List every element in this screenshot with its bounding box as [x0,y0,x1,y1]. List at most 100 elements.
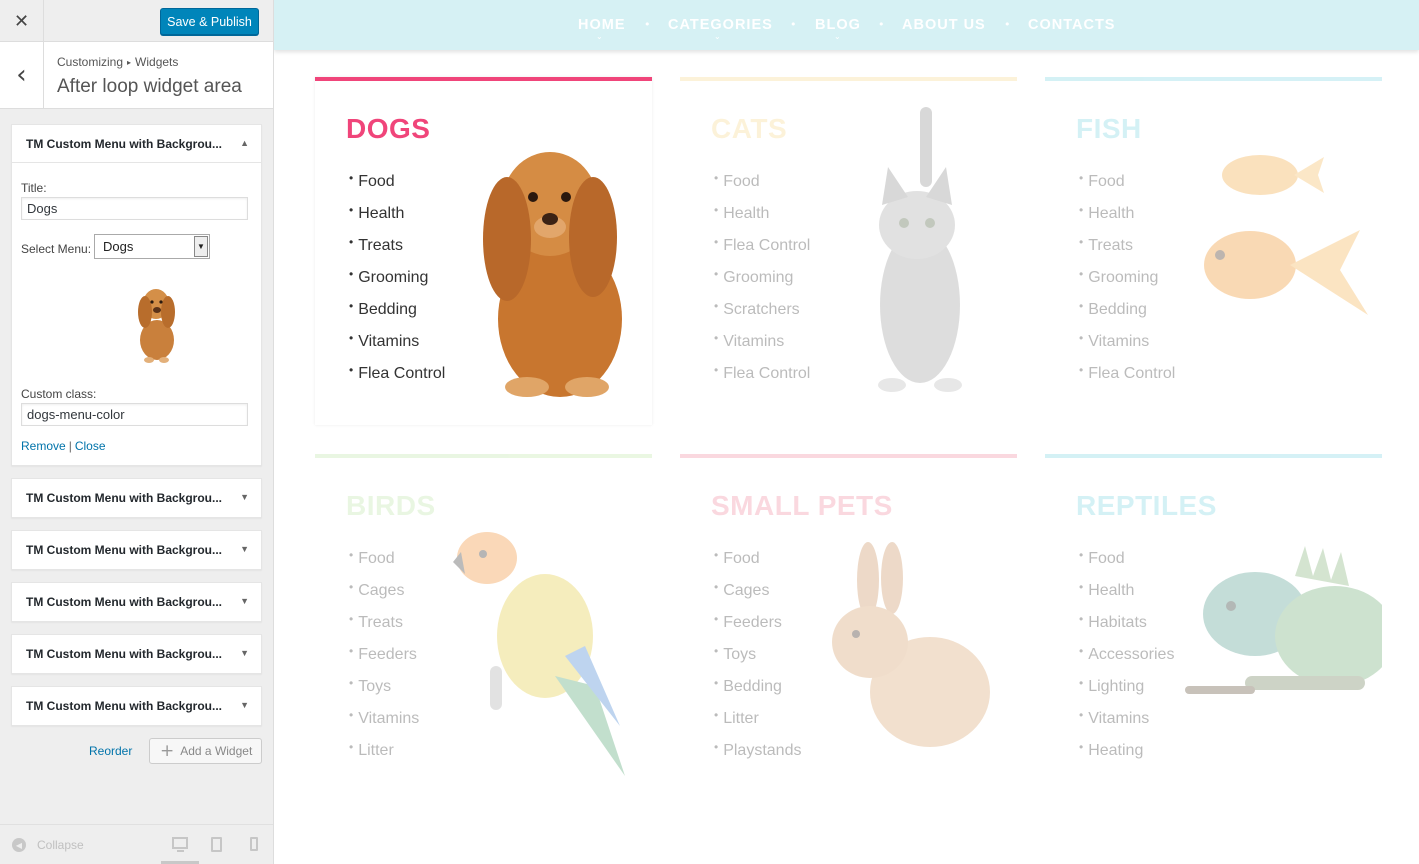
menu-item[interactable]: Lighting [1079,676,1174,708]
menu-item[interactable]: Toys [349,676,419,708]
collapse-button[interactable]: Collapse [37,838,84,852]
expand-arrow-icon[interactable]: ▼ [240,544,249,554]
menu-item[interactable]: Flea Control [714,363,810,395]
menu-item[interactable]: Health [349,203,445,235]
widget-header[interactable]: TM Custom Menu with Backgrou... ▼ [12,479,261,517]
menu-item[interactable]: Cages [714,580,801,612]
nav-home[interactable]: HOME [578,17,626,33]
tablet-preview-icon[interactable] [211,837,222,852]
close-link[interactable]: Close [75,439,106,453]
card-menu: Food Health Treats Grooming Bedding Vita… [349,171,445,395]
menu-item[interactable]: Litter [349,740,419,772]
widget-header[interactable]: TM Custom Menu with Backgrou... ▼ [12,583,261,621]
collapse-arrow-icon[interactable]: ▲ [240,138,249,148]
remove-link[interactable]: Remove [21,439,66,453]
nav-contacts[interactable]: CONTACTS [1028,17,1115,33]
menu-item[interactable]: Cages [349,580,419,612]
menu-item[interactable]: Treats [349,235,445,267]
expand-arrow-icon[interactable]: ▼ [240,492,249,502]
menu-item[interactable]: Litter [714,708,801,740]
nav-about-us[interactable]: ABOUT US [902,17,986,33]
chevron-down-icon: ⌄ [714,32,721,41]
menu-item[interactable]: Bedding [1079,299,1175,331]
menu-item[interactable]: Vitamins [1079,708,1174,740]
expand-arrow-icon[interactable]: ▼ [240,700,249,710]
widget-header[interactable]: TM Custom Menu with Backgrou... ▼ [12,635,261,673]
menu-item[interactable]: Food [714,171,810,203]
breadcrumb-root: Customizing [57,55,124,69]
mobile-preview-icon[interactable] [250,837,258,851]
nav-separator: • [644,18,651,31]
widget-panel-collapsed[interactable]: TM Custom Menu with Backgrou... ▼ [11,634,262,674]
menu-item[interactable]: Food [349,548,419,580]
add-widget-label: Add a Widget [180,744,253,758]
menu-item[interactable]: Flea Control [714,235,810,267]
cat-image [878,107,962,392]
menu-item[interactable]: Heating [1079,740,1174,772]
widget-panel-collapsed[interactable]: TM Custom Menu with Backgrou... ▼ [11,530,262,570]
menu-item[interactable]: Grooming [1079,267,1175,299]
menu-item[interactable]: Feeders [349,644,419,676]
close-customizer-button[interactable]: ✕ [0,0,44,42]
menu-item[interactable]: Food [1079,171,1175,203]
menu-item[interactable]: Feeders [714,612,801,644]
menu-item[interactable]: Playstands [714,740,801,772]
title-input[interactable]: Dogs [21,197,248,220]
menu-item[interactable]: Food [1079,548,1174,580]
menu-item[interactable]: Health [1079,580,1174,612]
menu-item[interactable]: Food [349,171,445,203]
widget-header[interactable]: TM Custom Menu with Backgrou... ▼ [12,531,261,569]
widget-title: TM Custom Menu with Backgrou... [26,595,223,609]
nav-separator: • [790,18,797,31]
menu-item[interactable]: Vitamins [714,331,810,363]
expand-arrow-icon[interactable]: ▼ [240,648,249,658]
card-title: SMALL PETS [711,490,893,521]
widget-title: TM Custom Menu with Backgrou... [26,136,223,151]
widget-panel-collapsed[interactable]: TM Custom Menu with Backgrou... ▼ [11,478,262,518]
menu-item[interactable]: Food [714,548,801,580]
menu-item[interactable]: Vitamins [349,331,445,363]
widget-header[interactable]: TM Custom Menu with Backgrou... ▲ [12,125,261,163]
background-image-thumbnail[interactable] [131,282,183,364]
card-accent-line [680,77,1017,81]
menu-item[interactable]: Scratchers [714,299,810,331]
category-card-birds: BIRDS Food Cages Treats Feeders Toys Vit… [315,454,652,802]
menu-item[interactable]: Vitamins [349,708,419,740]
menu-item[interactable]: Accessories [1079,644,1174,676]
save-publish-button[interactable]: Save & Publish [160,8,259,35]
menu-item[interactable]: Grooming [349,267,445,299]
menu-item[interactable]: Treats [349,612,419,644]
nav-categories[interactable]: CATEGORIES [668,17,773,33]
widget-panel-collapsed[interactable]: TM Custom Menu with Backgrou... ▼ [11,686,262,726]
widget-title: TM Custom Menu with Backgrou... [26,647,223,661]
card-menu: Food Cages Feeders Toys Bedding Litter P… [714,548,801,772]
menu-item[interactable]: Flea Control [349,363,445,395]
menu-item[interactable]: Habitats [1079,612,1174,644]
widget-panel-collapsed[interactable]: TM Custom Menu with Backgrou... ▼ [11,582,262,622]
dropdown-arrow-icon[interactable]: ▼ [194,236,208,257]
select-menu-label: Select Menu: [21,242,92,256]
customizer-sidebar: ✕ Save & Publish ‹ Customizing ▸ Widgets A… [0,0,274,864]
menu-item[interactable]: Bedding [349,299,445,331]
menu-item[interactable]: Bedding [714,676,801,708]
card-title: DOGS [346,113,431,144]
collapse-icon[interactable]: ◀ [12,838,26,852]
menu-item[interactable]: Health [1079,203,1175,235]
custom-class-input[interactable]: dogs-menu-color [21,403,248,426]
menu-item[interactable]: Treats [1079,235,1175,267]
menu-item[interactable]: Health [714,203,810,235]
menu-item[interactable]: Vitamins [1079,331,1175,363]
customizer-header: ✕ Save & Publish [0,0,273,42]
add-widget-button[interactable]: + Add a Widget [149,738,262,764]
expand-arrow-icon[interactable]: ▼ [240,596,249,606]
menu-item[interactable]: Flea Control [1079,363,1175,395]
back-button[interactable]: ‹ [0,42,44,108]
nav-blog[interactable]: BLOG [815,17,861,33]
menu-item[interactable]: Grooming [714,267,810,299]
widget-header[interactable]: TM Custom Menu with Backgrou... ▼ [12,687,261,725]
desktop-preview-icon[interactable] [172,837,188,852]
goldfish-image [1204,155,1368,315]
reorder-link[interactable]: Reorder [89,744,132,758]
menu-item[interactable]: Toys [714,644,801,676]
select-menu-dropdown[interactable]: Dogs ▼ [94,234,210,259]
